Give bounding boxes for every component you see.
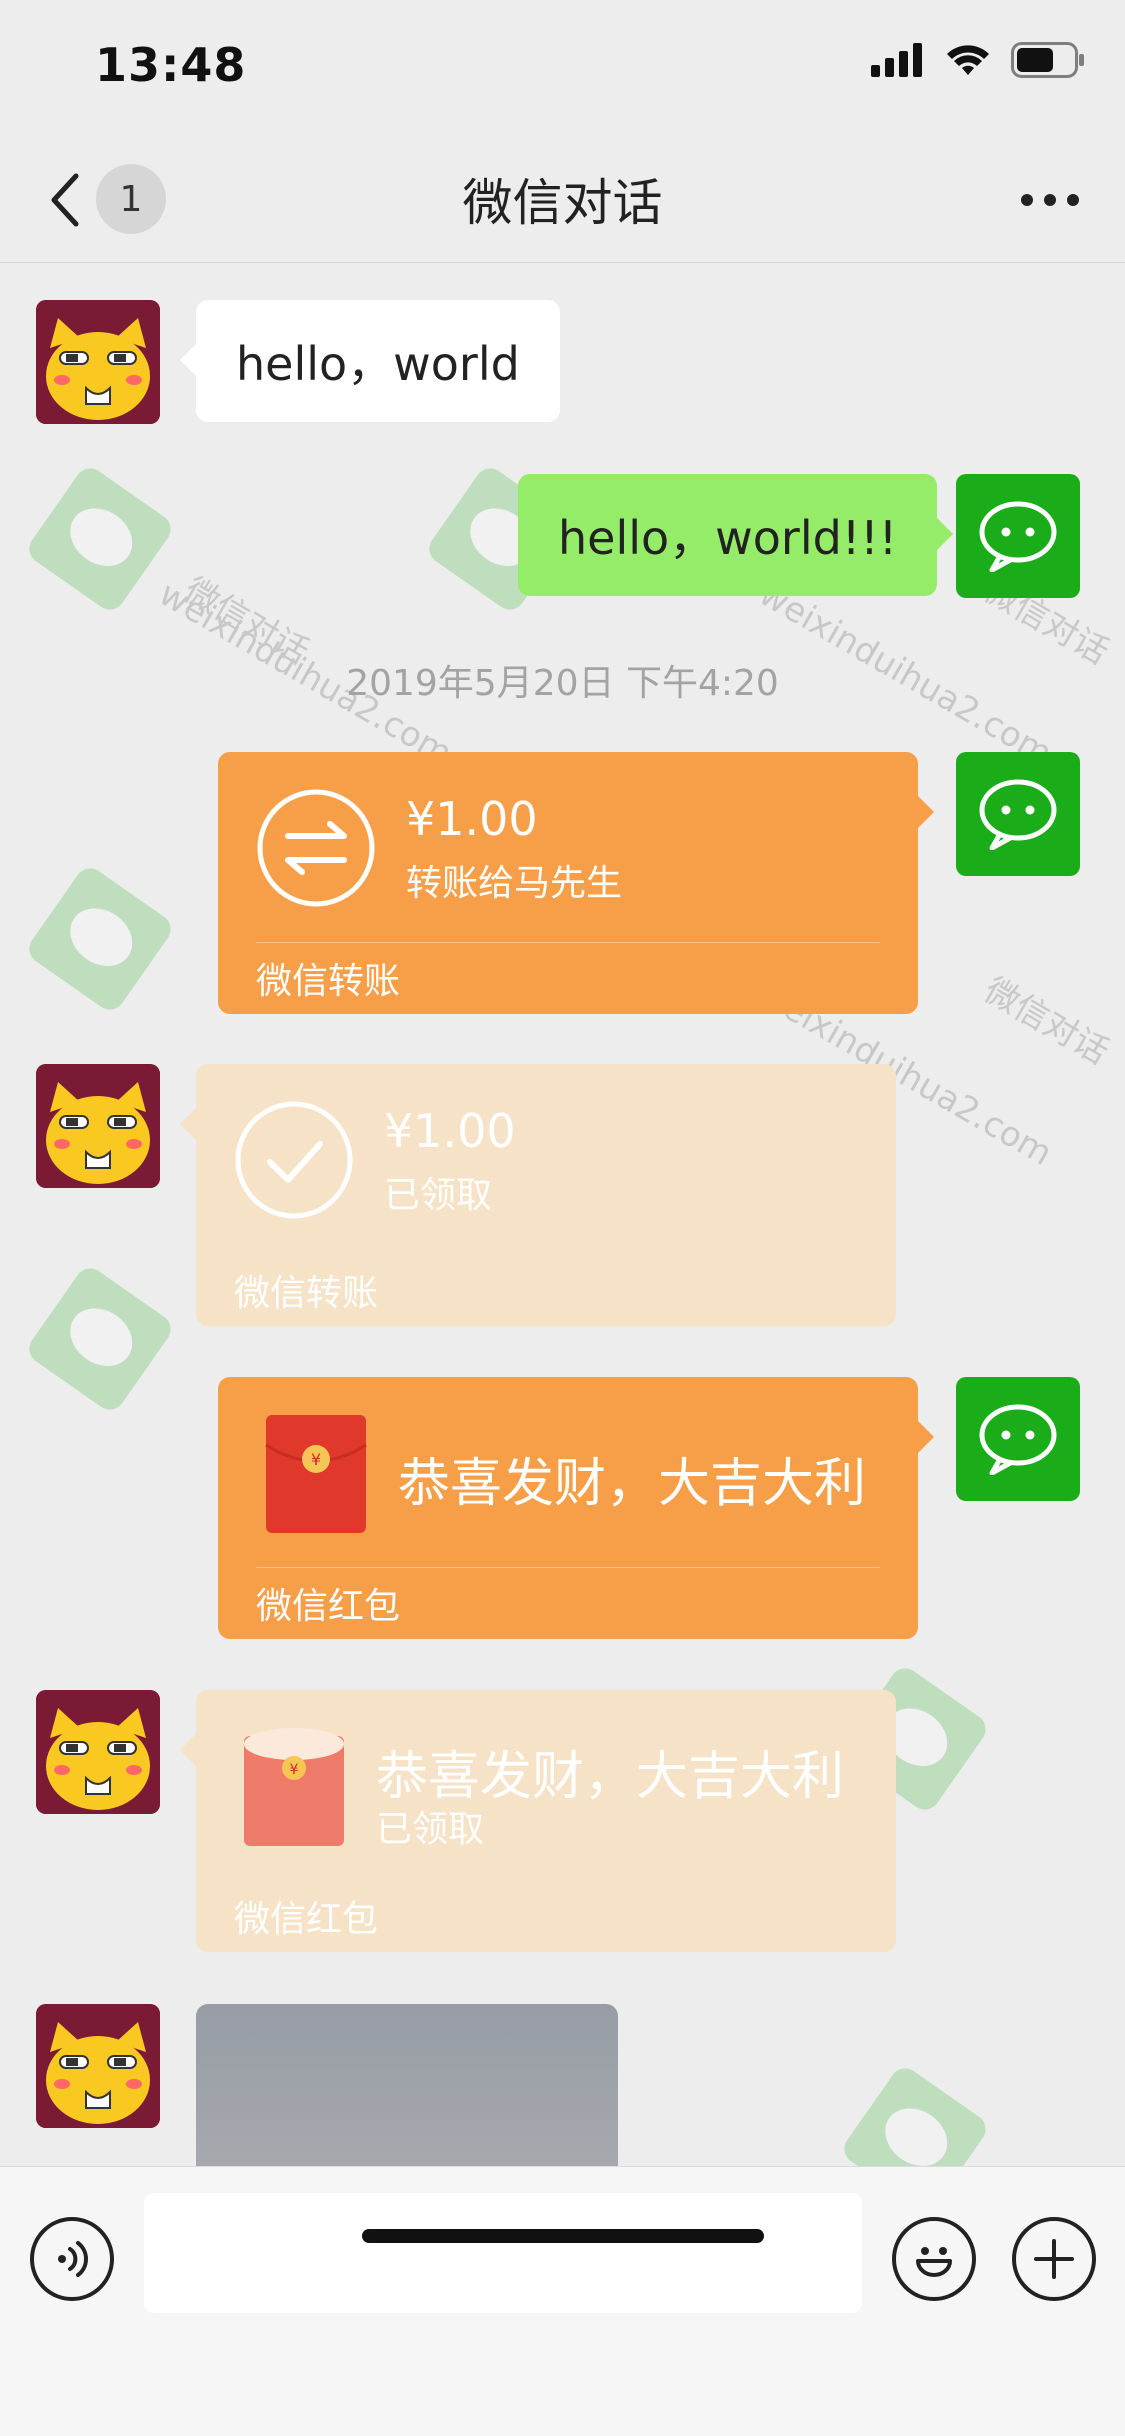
voice-icon bbox=[58, 2241, 88, 2277]
opened-red-packet-icon: ¥ bbox=[244, 1728, 344, 1846]
image-message[interactable] bbox=[196, 2004, 618, 2167]
watermark-icon bbox=[29, 1268, 171, 1410]
cat-avatar-icon bbox=[36, 1064, 160, 1188]
cat-avatar-icon bbox=[36, 1690, 160, 1814]
transfer-amount: ¥1.00 bbox=[406, 792, 538, 846]
transfer-icon bbox=[257, 789, 375, 907]
transfer-amount: ¥1.00 bbox=[384, 1104, 516, 1158]
avatar[interactable] bbox=[36, 300, 160, 424]
svg-text:¥: ¥ bbox=[311, 1450, 321, 1469]
more-dots-icon bbox=[1021, 194, 1079, 206]
plus-icon bbox=[1034, 2239, 1074, 2279]
transfer-footer: 微信转账 bbox=[234, 1273, 379, 1314]
chat-title: 微信对话 bbox=[462, 174, 663, 232]
watermark-icon bbox=[29, 868, 171, 1010]
transfer-footer: 微信转账 bbox=[256, 961, 401, 1002]
avatar[interactable] bbox=[956, 752, 1080, 876]
status-time: 13:48 bbox=[95, 38, 247, 92]
status-bar: 13:48 bbox=[0, 0, 1125, 135]
red-packet-received-card[interactable]: ¥ 恭喜发财，大吉大利 已领取 微信红包 bbox=[180, 1690, 896, 1952]
avatar[interactable] bbox=[956, 474, 1080, 598]
input-bar bbox=[0, 2166, 1125, 2436]
wechat-logo-icon bbox=[979, 779, 1057, 850]
signal-icon bbox=[871, 43, 922, 77]
svg-text:¥: ¥ bbox=[290, 1762, 299, 1778]
wechat-logo-icon bbox=[979, 501, 1057, 572]
voice-button[interactable] bbox=[30, 2217, 114, 2301]
status-icons bbox=[871, 42, 1085, 78]
red-packet-greeting: 恭喜发财，大吉大利 bbox=[398, 1454, 867, 1514]
transfer-status: 已领取 bbox=[384, 1175, 493, 1216]
avatar[interactable] bbox=[956, 1377, 1080, 1501]
red-packet-icon: ¥ bbox=[265, 1415, 367, 1533]
red-packet-footer: 微信红包 bbox=[256, 1586, 401, 1627]
smiley-icon bbox=[916, 2247, 952, 2277]
wechat-logo-icon bbox=[979, 1404, 1057, 1475]
red-packet-greeting: 恭喜发财，大吉大利 bbox=[376, 1747, 845, 1807]
chat-area[interactable]: 微信对话 微信对话 微信对话 weixinduihua2.com weixind… bbox=[0, 264, 1125, 2167]
check-circle-icon bbox=[235, 1101, 353, 1219]
watermark-icon bbox=[29, 468, 171, 610]
battery-icon bbox=[1011, 42, 1084, 78]
home-indicator[interactable] bbox=[362, 2229, 764, 2243]
red-packet-card[interactable]: ¥ 恭喜发财，大吉大利 微信红包 bbox=[218, 1377, 934, 1639]
avatar[interactable] bbox=[36, 1064, 160, 1188]
emoji-button[interactable] bbox=[892, 2217, 976, 2301]
cat-avatar-icon bbox=[36, 2004, 160, 2128]
transfer-card[interactable]: ¥1.00 转账给马先生 微信转账 bbox=[218, 752, 934, 1014]
message-text: hello，world!!! bbox=[558, 511, 898, 565]
add-button[interactable] bbox=[1012, 2217, 1096, 2301]
red-packet-status: 已领取 bbox=[376, 1809, 485, 1850]
message-input[interactable] bbox=[144, 2193, 862, 2313]
divider bbox=[256, 942, 880, 943]
nav-bar: 1 微信对话 bbox=[0, 135, 1125, 263]
wifi-icon bbox=[947, 45, 989, 75]
timestamp: 2019年5月20日 下午4:20 bbox=[346, 663, 779, 704]
red-packet-footer: 微信红包 bbox=[234, 1899, 379, 1940]
message-bubble[interactable]: hello，world bbox=[180, 300, 560, 422]
transfer-note: 转账给马先生 bbox=[406, 863, 623, 904]
watermark-icon bbox=[844, 2068, 986, 2167]
divider bbox=[256, 1567, 880, 1568]
more-button[interactable] bbox=[1015, 175, 1085, 225]
message-bubble[interactable]: hello，world!!! bbox=[518, 474, 954, 596]
transfer-received-card[interactable]: ¥1.00 已领取 微信转账 bbox=[180, 1064, 896, 1326]
cat-avatar-icon bbox=[36, 300, 160, 424]
message-text: hello，world bbox=[236, 337, 520, 391]
avatar[interactable] bbox=[36, 1690, 160, 1814]
avatar[interactable] bbox=[36, 2004, 160, 2128]
watermark-text: 微信对话 bbox=[977, 970, 1116, 1073]
